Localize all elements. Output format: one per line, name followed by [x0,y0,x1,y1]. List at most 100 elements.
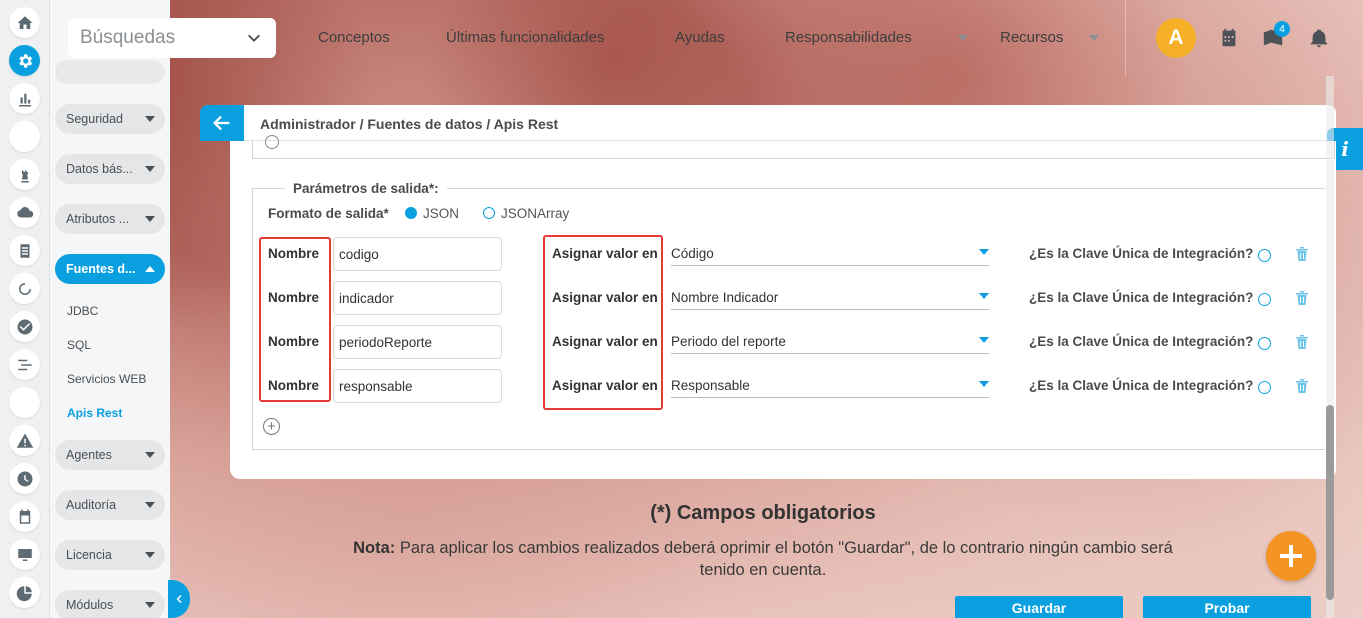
menu-item-datos-basicos[interactable]: Datos bás... [55,154,165,184]
blank-icon[interactable] [9,121,40,152]
nav-ultimas-funcionalidades[interactable]: Últimas funcionalidades [446,29,604,46]
menu-item-agentes[interactable]: Agentes [55,440,165,470]
alert-icon[interactable] [9,425,40,456]
chevron-down-icon[interactable] [958,35,968,41]
chevron-down-icon [979,249,989,255]
chevron-down-icon[interactable] [1089,35,1099,41]
format-jsonarray-label[interactable]: JSONArray [501,206,569,221]
name-input-1[interactable] [333,237,502,271]
name-input-3[interactable] [333,325,502,359]
nav-responsabilidades[interactable]: Responsabilidades [785,29,912,46]
menu-item-licencia[interactable]: Licencia [55,540,165,570]
cycle-icon[interactable] [9,273,40,304]
home-icon[interactable] [9,7,40,38]
trash-icon[interactable] [1295,378,1309,394]
nav-ayudas[interactable]: Ayudas [675,29,725,46]
unique-key-radio-2[interactable] [1258,293,1271,306]
assign-select-1[interactable]: Código [671,240,989,266]
unique-key-label: ¿Es la Clave Única de Integración? [1029,246,1254,261]
chevron-down-icon [145,166,155,172]
chevron-down-icon [979,337,989,343]
menu-item-seguridad[interactable]: Seguridad [55,104,165,134]
back-button[interactable] [200,105,244,141]
chevron-up-icon [145,266,155,272]
search-dropdown[interactable]: Búsquedas [68,18,276,58]
chevron-down-icon [979,381,989,387]
list-icon[interactable] [9,349,40,380]
chevron-down-icon [145,116,155,122]
bell-icon[interactable] [1308,27,1330,49]
pie-icon[interactable] [9,577,40,608]
submenu-item-jdbc[interactable]: JDBC [67,304,98,318]
notification-badge: 4 [1274,21,1290,37]
unique-key-label: ¿Es la Clave Única de Integración? [1029,378,1254,393]
format-jsonarray-radio[interactable] [483,207,495,219]
check-icon[interactable] [9,311,40,342]
highlight-box-name [259,237,331,402]
submenu-item-sql[interactable]: SQL [67,338,91,352]
note-body: Para aplicar los cambios realizados debe… [395,539,1173,579]
name-input-4[interactable] [333,369,502,403]
trash-icon[interactable] [1295,290,1309,306]
scrollbar-thumb[interactable] [1326,405,1334,600]
menu-item-fuentes-datos[interactable]: Fuentes d... [55,254,165,284]
nav-conceptos[interactable]: Conceptos [318,29,390,46]
blank-icon[interactable] [9,387,40,418]
gear-icon[interactable] [9,45,40,76]
chess-icon[interactable] [9,159,40,190]
test-button[interactable]: Probar [1143,596,1311,618]
assign-select-2[interactable]: Nombre Indicador [671,284,989,310]
unique-key-label: ¿Es la Clave Única de Integración? [1029,334,1254,349]
avatar[interactable]: A [1156,18,1196,58]
chevron-left-icon [176,595,182,603]
output-parameters-legend: Parámetros de salida*: [285,181,447,196]
previous-section [252,135,1335,159]
menu-item-auditoria[interactable]: Auditoría [55,490,165,520]
trash-icon[interactable] [1295,246,1309,262]
chart-icon[interactable] [9,83,40,114]
submenu-item-servicios-web[interactable]: Servicios WEB [67,372,146,386]
monitor-icon[interactable] [9,539,40,570]
add-row-icon[interactable]: + [263,418,280,435]
unique-key-label: ¿Es la Clave Única de Integración? [1029,290,1254,305]
assign-select-3[interactable]: Periodo del reporte [671,328,989,354]
clock-icon[interactable] [9,463,40,494]
chevron-down-icon [145,452,155,458]
icon-rail [0,0,50,618]
menu-item-modulos[interactable]: Módulos [55,590,165,618]
name-input-2[interactable] [333,281,502,315]
note-text: Nota: Para aplicar los cambios realizado… [340,537,1186,581]
unique-key-radio-1[interactable] [1258,249,1271,262]
unique-key-radio-3[interactable] [1258,337,1271,350]
highlight-box-assign [543,235,663,410]
document-icon[interactable] [9,235,40,266]
chevron-down-icon [248,34,260,42]
calendar-icon[interactable] [9,501,40,532]
note-prefix: Nota: [353,539,396,557]
assign-select-4[interactable]: Responsable [671,372,989,398]
chevron-down-icon [145,602,155,608]
calendar-icon[interactable] [1218,27,1240,49]
chevron-down-icon [145,216,155,222]
add-fab-button[interactable] [1266,531,1316,581]
required-fields-title: (*) Campos obligatorios [650,502,876,524]
save-button[interactable]: Guardar [955,596,1123,618]
plus-icon [1280,545,1302,567]
add-icon[interactable] [265,135,279,149]
divider [1125,0,1126,76]
unique-key-radio-4[interactable] [1258,381,1271,394]
top-bar: Búsquedas Conceptos Últimas funcionalida… [50,0,1363,76]
breadcrumb: Administrador / Fuentes de datos / Apis … [260,116,559,132]
cloud-icon[interactable] [9,197,40,228]
menu-item-atributos[interactable]: Atributos ... [55,204,165,234]
side-menu: Seguridad Datos bás... Atributos ... Fue… [50,0,170,618]
trash-icon[interactable] [1295,334,1309,350]
search-input[interactable]: Búsquedas [80,27,175,49]
format-json-radio[interactable] [405,207,417,219]
output-format-label: Formato de salida* [268,206,389,221]
arrow-left-icon [213,115,230,131]
submenu-item-apis-rest[interactable]: Apis Rest [67,406,122,420]
format-json-label[interactable]: JSON [423,206,459,221]
output-parameters-fieldset [252,188,1325,450]
nav-recursos[interactable]: Recursos [1000,29,1063,46]
